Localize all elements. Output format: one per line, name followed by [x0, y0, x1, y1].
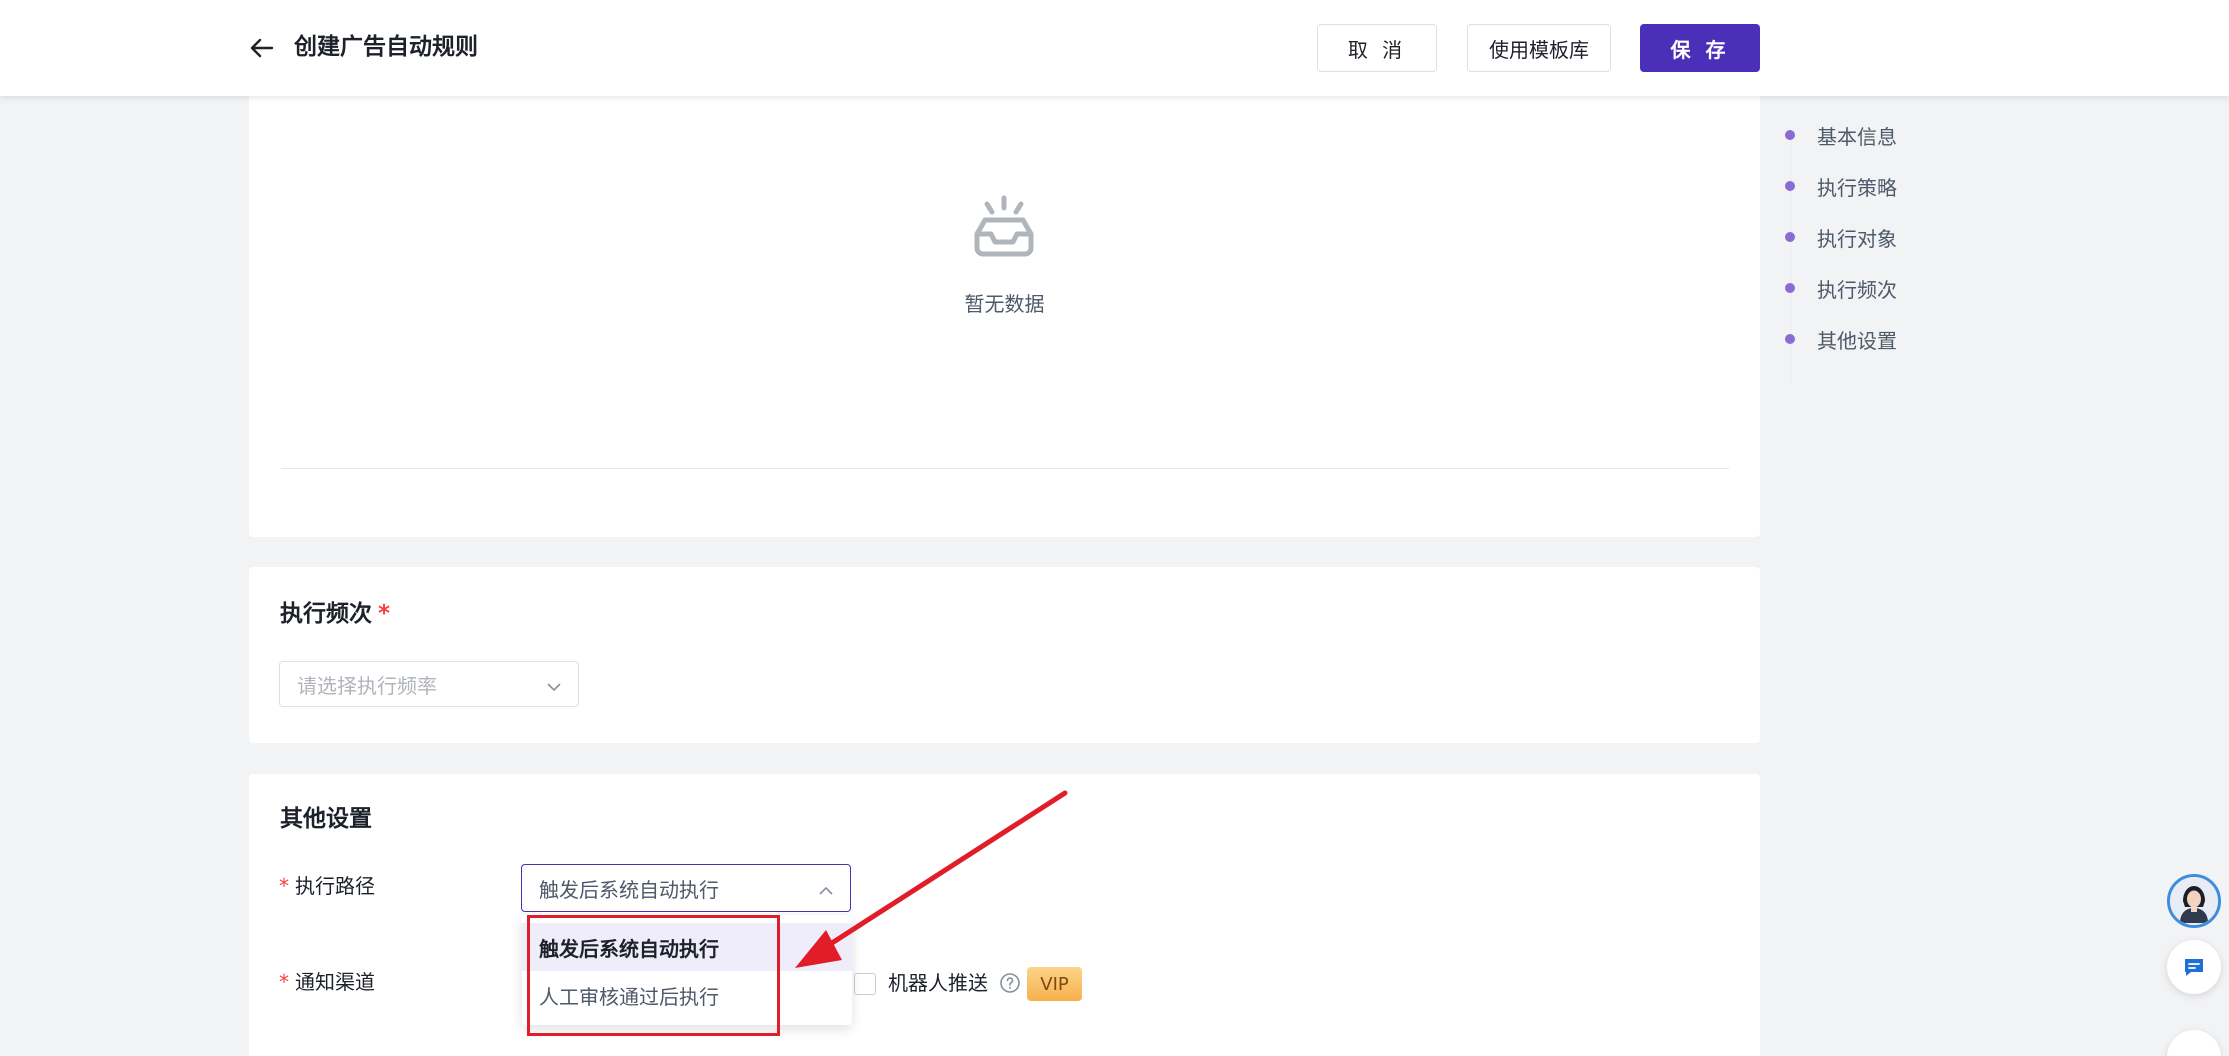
frequency-select-placeholder: 请选择执行频率: [297, 673, 437, 698]
anchor-dot: [1785, 334, 1795, 344]
chevron-up-icon: [818, 880, 834, 896]
cancel-button[interactable]: 取 消: [1317, 24, 1437, 72]
anchor-dot: [1785, 130, 1795, 140]
template-library-button[interactable]: 使用模板库: [1467, 24, 1611, 72]
execution-path-select[interactable]: 触发后系统自动执行: [521, 864, 851, 912]
execution-path-dropdown: 触发后系统自动执行 人工审核通过后执行: [522, 915, 852, 1025]
page-title: 创建广告自动规则: [294, 34, 478, 60]
anchor-item-other[interactable]: 其他设置: [1780, 324, 1897, 354]
execution-path-value: 触发后系统自动执行: [539, 877, 719, 902]
section-title-frequency: 执行频次 *: [280, 601, 391, 627]
frequency-select[interactable]: 请选择执行频率: [279, 661, 579, 707]
dropdown-option-manual[interactable]: 人工审核通过后执行: [522, 971, 852, 1019]
save-button[interactable]: 保 存: [1640, 24, 1760, 72]
empty-state-text: 暂无数据: [964, 292, 1045, 316]
anchor-dot: [1785, 181, 1795, 191]
help-icon[interactable]: [999, 972, 1021, 994]
anchor-dot: [1785, 232, 1795, 242]
anchor-item-strategy[interactable]: 执行策略: [1780, 171, 1897, 201]
required-mark: *: [378, 601, 391, 627]
robot-push-checkbox[interactable]: [854, 973, 876, 995]
divider: [281, 468, 1729, 469]
inbox-empty-icon: [971, 194, 1037, 260]
page-header: 创建广告自动规则 取 消 使用模板库 保 存: [0, 0, 2229, 96]
target-list-card: 暂无数据: [249, 96, 1760, 537]
path-label: * 执行路径: [279, 874, 375, 898]
robot-push-label: 机器人推送: [888, 971, 988, 995]
back-arrow-icon[interactable]: [246, 32, 278, 64]
chat-icon[interactable]: [2167, 940, 2221, 994]
anchor-item-basic[interactable]: 基本信息: [1780, 120, 1897, 150]
anchor-dot: [1785, 283, 1795, 293]
anchor-item-frequency[interactable]: 执行频次: [1780, 273, 1897, 303]
notify-label: * 通知渠道: [279, 970, 375, 994]
section-title-other: 其他设置: [280, 806, 372, 832]
menu-icon[interactable]: [2167, 1030, 2221, 1056]
chevron-down-icon: [546, 676, 562, 692]
dropdown-option-auto[interactable]: 触发后系统自动执行: [522, 923, 852, 971]
vip-badge: VIP: [1027, 967, 1082, 1001]
frequency-section: 执行频次 * 请选择执行频率: [249, 567, 1760, 743]
anchor-item-target[interactable]: 执行对象: [1780, 222, 1897, 252]
other-settings-section: 其他设置 * 执行路径 触发后系统自动执行 * 通知渠道: [249, 774, 1760, 1056]
support-avatar[interactable]: [2167, 874, 2221, 928]
